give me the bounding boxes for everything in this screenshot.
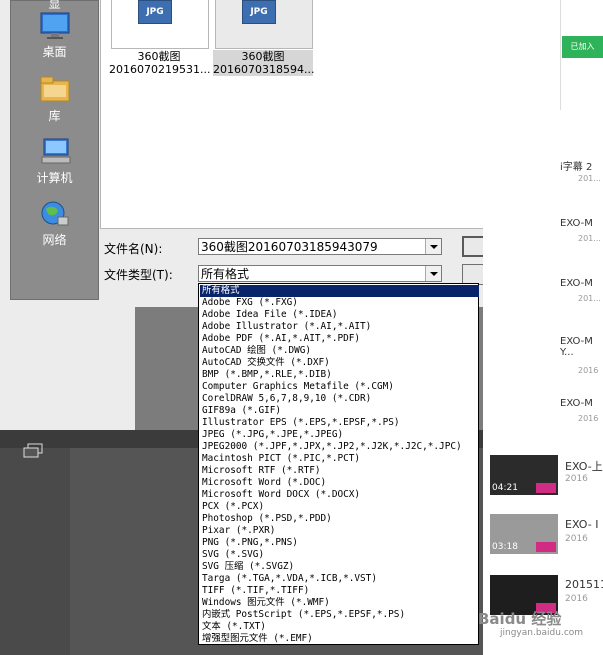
web-page-panel bbox=[483, 0, 603, 655]
place-computer[interactable]: 计算机 bbox=[11, 137, 98, 186]
place-label: 库 bbox=[48, 109, 61, 123]
dropdown-option[interactable]: Windows 图元文件 (*.WMF) bbox=[200, 597, 479, 609]
filetype-dropdown-list[interactable]: 所有格式 Adobe FXG (*.FXG) Adobe Idea File (*.… bbox=[198, 283, 479, 645]
web-list-date: 201... bbox=[578, 174, 601, 183]
web-list-date: 2016 bbox=[578, 366, 599, 375]
place-network[interactable]: 网络 bbox=[11, 199, 98, 248]
computer-icon bbox=[38, 137, 72, 167]
dropdown-option[interactable]: GIF89a (*.GIF) bbox=[200, 405, 479, 417]
filename-combobox[interactable]: 360截图20160703185943079 bbox=[198, 238, 442, 255]
baidu-watermark: Baidu 经验 bbox=[478, 610, 562, 628]
video-date: 2016 bbox=[565, 594, 588, 604]
library-icon bbox=[38, 75, 72, 105]
dropdown-option[interactable]: CorelDRAW 5,6,7,8,9,10 (*.CDR) bbox=[200, 393, 479, 405]
dropdown-option[interactable]: PCX (*.PCX) bbox=[200, 501, 479, 513]
dropdown-option[interactable]: Photoshop (*.PSD,*.PDD) bbox=[200, 513, 479, 525]
video-duration: 03:18 bbox=[492, 542, 518, 552]
dropdown-option[interactable]: BMP (*.BMP,*.RLE,*.DIB) bbox=[200, 369, 479, 381]
web-list-title[interactable]: EXO-M Y... bbox=[560, 336, 602, 358]
video-title[interactable]: 201511 bbox=[565, 578, 603, 591]
dropdown-option[interactable]: 内嵌式 PostScript (*.EPS,*.EPSF,*.PS) bbox=[200, 609, 479, 621]
place-desktop[interactable]: 桌面 bbox=[11, 11, 98, 60]
desktop-icon bbox=[38, 11, 72, 41]
dropdown-option[interactable]: JPEG2000 (*.JPF,*.JPX,*.JP2,*.J2K,*.J2C,… bbox=[200, 441, 479, 453]
place-label: 网络 bbox=[42, 233, 67, 247]
dropdown-option[interactable]: TIFF (*.TIF,*.TIFF) bbox=[200, 585, 479, 597]
video-tag-badge bbox=[536, 483, 556, 493]
file-item[interactable]: 360截图 2016070219531... bbox=[109, 50, 211, 76]
dropdown-option[interactable]: Adobe PDF (*.AI,*.AIT,*.PDF) bbox=[200, 333, 479, 345]
place-partial-text: 显 bbox=[48, 0, 61, 11]
file-name-line2: 2016070318594... bbox=[213, 63, 315, 76]
file-item-selected[interactable]: 360截图 2016070318594... bbox=[213, 50, 315, 76]
green-badge[interactable]: 已加入 bbox=[562, 36, 603, 58]
app-side-strip bbox=[0, 430, 70, 655]
file-name-line1: 360截图 bbox=[137, 50, 181, 63]
dropdown-option[interactable]: SVG (*.SVG) bbox=[200, 549, 479, 561]
video-tag-badge bbox=[536, 542, 556, 552]
dropdown-option[interactable]: Microsoft Word DOCX (*.DOCX) bbox=[200, 489, 479, 501]
web-list-title[interactable]: EXO-M bbox=[560, 278, 603, 289]
dropdown-option[interactable]: Macintosh PICT (*.PIC,*.PCT) bbox=[200, 453, 479, 465]
filetype-select[interactable]: 所有格式 bbox=[198, 265, 442, 282]
places-sidebar: 显 桌面 库 计算机 网络 bbox=[10, 0, 99, 300]
filename-input[interactable]: 360截图20160703185943079 bbox=[201, 240, 378, 254]
video-date: 2016 bbox=[565, 534, 588, 544]
file-name-line1: 360截图 bbox=[241, 50, 285, 63]
place-label: 计算机 bbox=[36, 171, 73, 185]
web-list-title[interactable]: EXO-M bbox=[560, 398, 603, 409]
dropdown-option[interactable]: Pixar (*.PXR) bbox=[200, 525, 479, 537]
video-title[interactable]: EXO- I bbox=[565, 518, 598, 531]
filename-label: 文件名(N): bbox=[104, 242, 163, 256]
dropdown-option[interactable]: PNG (*.PNG,*.PNS) bbox=[200, 537, 479, 549]
web-list-date: 2016 bbox=[578, 414, 599, 423]
dropdown-option[interactable]: AutoCAD 交换文件 (*.DXF) bbox=[200, 357, 479, 369]
dropdown-option-selected[interactable]: 所有格式 bbox=[200, 285, 479, 297]
network-icon bbox=[38, 199, 72, 229]
jpg-file-icon: JPG bbox=[242, 0, 276, 24]
video-thumbnail[interactable]: 04:21 bbox=[490, 455, 558, 495]
file-name-line2: 2016070219531... bbox=[109, 63, 211, 76]
web-list-title[interactable]: EXO-M bbox=[560, 218, 603, 229]
video-date: 2016 bbox=[565, 474, 588, 484]
baidu-watermark-url: jingyan.baidu.com bbox=[500, 628, 584, 638]
web-list-date: 201... bbox=[578, 294, 601, 303]
video-title[interactable]: EXO-上 bbox=[565, 458, 603, 474]
place-label: 桌面 bbox=[42, 45, 67, 59]
file-thumbnail-selected[interactable]: JPG bbox=[215, 0, 313, 49]
dropdown-option[interactable]: Microsoft RTF (*.RTF) bbox=[200, 465, 479, 477]
dropdown-option[interactable]: AutoCAD 绘图 (*.DWG) bbox=[200, 345, 479, 357]
dropdown-option[interactable]: JPEG (*.JPG,*.JPE,*.JPEG) bbox=[200, 429, 479, 441]
video-thumbnail[interactable]: 03:18 bbox=[490, 514, 558, 554]
dropdown-option[interactable]: Computer Graphics Metafile (*.CGM) bbox=[200, 381, 479, 393]
web-list-title[interactable]: i字幕 2 bbox=[560, 158, 603, 173]
chevron-down-icon[interactable] bbox=[425, 266, 441, 281]
video-duration: 04:21 bbox=[492, 483, 518, 493]
filetype-label: 文件类型(T): bbox=[104, 268, 173, 282]
dropdown-option[interactable]: Illustrator EPS (*.EPS,*.EPSF,*.PS) bbox=[200, 417, 479, 429]
dropdown-option[interactable]: 增强型图元文件 (*.EMF) bbox=[200, 633, 479, 645]
window-switch-icon[interactable] bbox=[22, 443, 44, 459]
chevron-down-icon[interactable] bbox=[425, 239, 441, 254]
dropdown-option[interactable]: Targa (*.TGA,*.VDA,*.ICB,*.VST) bbox=[200, 573, 479, 585]
file-thumbnail[interactable]: JPG bbox=[111, 0, 209, 49]
dropdown-option[interactable]: Microsoft Word (*.DOC) bbox=[200, 477, 479, 489]
place-library[interactable]: 库 bbox=[11, 75, 98, 124]
dropdown-option[interactable]: Adobe Illustrator (*.AI,*.AIT) bbox=[200, 321, 479, 333]
dropdown-option[interactable]: 文本 (*.TXT) bbox=[200, 621, 479, 633]
dropdown-option[interactable]: Adobe Idea File (*.IDEA) bbox=[200, 309, 479, 321]
web-divider bbox=[560, 0, 561, 110]
filetype-value: 所有格式 bbox=[201, 267, 250, 281]
dropdown-option[interactable]: SVG 压缩 (*.SVGZ) bbox=[200, 561, 479, 573]
dropdown-option[interactable]: Adobe FXG (*.FXG) bbox=[200, 297, 479, 309]
jpg-file-icon: JPG bbox=[138, 0, 172, 24]
web-list-date: 201... bbox=[578, 234, 601, 243]
